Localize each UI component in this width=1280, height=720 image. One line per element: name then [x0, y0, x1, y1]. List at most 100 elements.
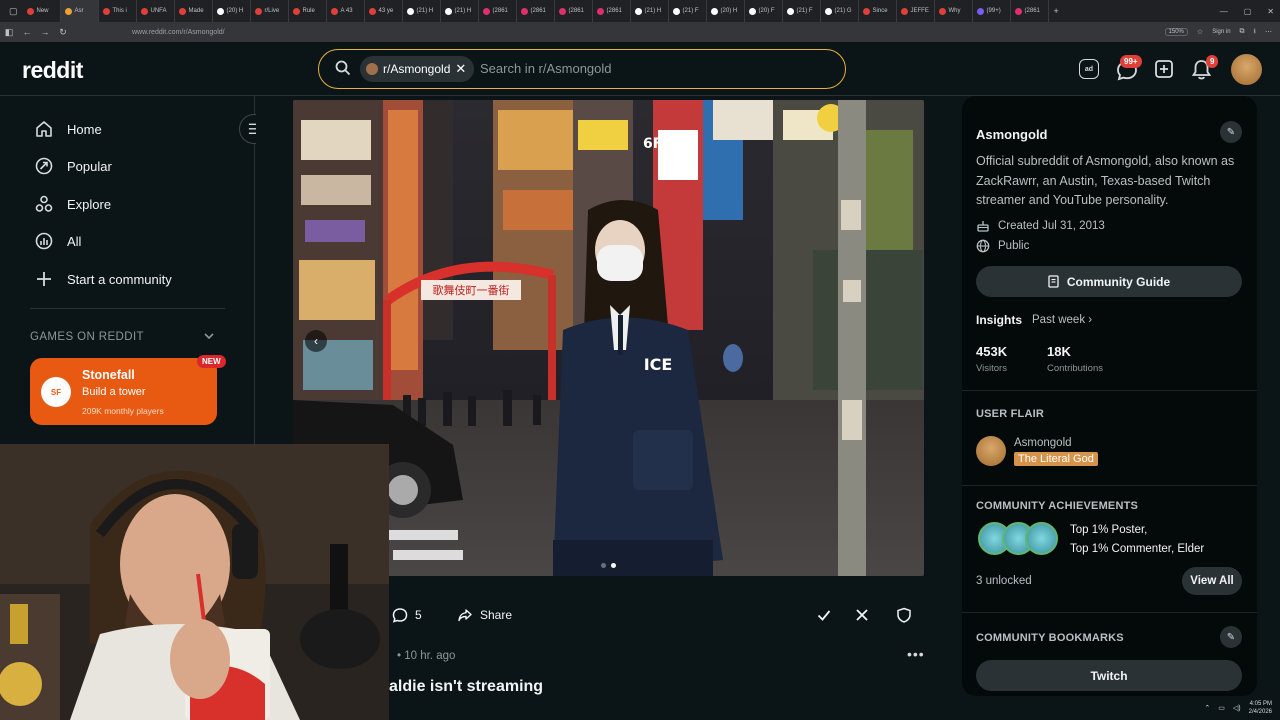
- reload-icon[interactable]: ↻: [54, 27, 72, 38]
- flair-tag[interactable]: The Literal God: [1014, 452, 1098, 466]
- tab-favicon-icon: [26, 7, 34, 15]
- browser-tab[interactable]: This i: [99, 0, 137, 22]
- browser-tab[interactable]: (20) F: [745, 0, 783, 22]
- tab-title: Why: [948, 8, 961, 14]
- browser-tab[interactable]: Since: [859, 0, 897, 22]
- browser-tab[interactable]: (21) F: [669, 0, 707, 22]
- browser-tab[interactable]: r/Live: [251, 0, 289, 22]
- browser-tab[interactable]: (2861: [1011, 0, 1049, 22]
- advertise-icon[interactable]: ad: [1079, 59, 1099, 79]
- more-options-icon[interactable]: •••: [907, 646, 925, 662]
- browser-tab[interactable]: (21) G: [821, 0, 859, 22]
- browser-tab[interactable]: (99+): [973, 0, 1011, 22]
- tab-list-icon[interactable]: ▢: [4, 6, 23, 17]
- volume-icon[interactable]: ◁): [1233, 704, 1241, 712]
- forward-icon[interactable]: →: [36, 27, 54, 37]
- insights-period-dropdown[interactable]: Past week ›: [1032, 314, 1092, 326]
- browser-tab[interactable]: Why: [935, 0, 973, 22]
- pencil-icon: ✎: [1226, 631, 1236, 643]
- achievements-header: COMMUNITY ACHIEVEMENTS: [976, 500, 1139, 512]
- community-guide-button[interactable]: Community Guide: [976, 266, 1242, 297]
- back-icon[interactable]: ←: [18, 27, 36, 37]
- share-button[interactable]: Share: [457, 599, 512, 631]
- browser-tab[interactable]: JEFFE: [897, 0, 935, 22]
- games-section-header[interactable]: GAMES ON REDDIT: [30, 331, 144, 343]
- browser-tab[interactable]: UNFA: [137, 0, 175, 22]
- clock-time: 4:05 PM: [1249, 701, 1272, 707]
- browser-tab[interactable]: (21) F: [783, 0, 821, 22]
- favorite-star-icon[interactable]: ☆: [1197, 28, 1203, 36]
- tab-title: (99+): [986, 8, 1001, 14]
- tray-chevron-icon[interactable]: ⌃: [1204, 704, 1210, 712]
- browser-tab[interactable]: 43 ye: [365, 0, 403, 22]
- comments-button[interactable]: 5: [392, 599, 422, 631]
- view-all-button[interactable]: View All: [1182, 567, 1242, 595]
- url-field[interactable]: www.reddit.com/r/Asmongold/: [132, 29, 225, 36]
- carousel-prev-button[interactable]: ‹: [305, 330, 327, 352]
- browser-tab[interactable]: (2861: [555, 0, 593, 22]
- network-icon[interactable]: ▭: [1218, 704, 1225, 712]
- achievement-badge-icon[interactable]: [1025, 522, 1058, 555]
- browser-tab[interactable]: A 43: [327, 0, 365, 22]
- downloads-icon[interactable]: ⭳: [1254, 27, 1256, 38]
- minimize-icon[interactable]: —: [1220, 7, 1228, 16]
- browser-tab[interactable]: Made: [175, 0, 213, 22]
- tab-favicon-icon: [102, 7, 110, 15]
- tab-favicon-icon: [938, 7, 946, 15]
- tab-title: Asr: [74, 8, 84, 14]
- sidebar-item-label: Explore: [67, 196, 112, 212]
- chevron-down-icon[interactable]: [203, 330, 215, 342]
- ice-badge-text: ICE: [644, 355, 673, 374]
- insights-label: Insights: [976, 313, 1023, 327]
- sidebar-item-all[interactable]: All: [35, 232, 81, 250]
- browser-tab[interactable]: Asr: [60, 0, 99, 22]
- browser-menu-icon[interactable]: ⋯: [1265, 28, 1272, 36]
- edit-community-button[interactable]: ✎: [1220, 121, 1242, 143]
- extensions-icon[interactable]: ⧉: [1240, 28, 1245, 36]
- browser-tab[interactable]: (2861: [479, 0, 517, 22]
- close-icon[interactable]: ✕: [1267, 7, 1274, 16]
- search-community-chip[interactable]: r/Asmongold ✕: [360, 56, 475, 82]
- sidebar-item-home[interactable]: Home: [35, 120, 102, 138]
- sign-in-button[interactable]: Sign in: [1212, 29, 1230, 35]
- create-post-icon[interactable]: [1154, 59, 1174, 79]
- browser-tab[interactable]: (20) H: [213, 0, 251, 22]
- tab-favicon-icon: [634, 7, 642, 15]
- edit-bookmarks-button[interactable]: ✎: [1220, 626, 1242, 648]
- browser-tab[interactable]: (21) H: [441, 0, 479, 22]
- carousel-dot[interactable]: [601, 563, 606, 568]
- chip-remove-icon[interactable]: ✕: [455, 61, 466, 77]
- new-tab-icon[interactable]: +: [1049, 6, 1064, 16]
- twitch-bookmark-button[interactable]: Twitch: [976, 660, 1242, 691]
- maximize-icon[interactable]: ▢: [1244, 7, 1252, 16]
- browser-tab[interactable]: (21) H: [403, 0, 441, 22]
- post-title[interactable]: aldie isn't streaming: [389, 678, 543, 696]
- browser-tab[interactable]: (2861: [517, 0, 555, 22]
- sidebar-toggle-icon[interactable]: ◧: [0, 27, 18, 38]
- browser-tab[interactable]: (20) H: [707, 0, 745, 22]
- tab-title: This i: [112, 8, 127, 14]
- zoom-level[interactable]: 150%: [1164, 28, 1188, 36]
- flair-avatar: [976, 436, 1006, 466]
- system-clock[interactable]: 4:05 PM 2/4/2026: [1249, 700, 1272, 716]
- carousel-dot-active[interactable]: [611, 563, 616, 568]
- tab-title: (21) H: [454, 8, 472, 14]
- mod-shield-button[interactable]: [896, 599, 912, 631]
- tab-title: (2861: [530, 8, 546, 14]
- remove-button[interactable]: [854, 599, 870, 631]
- browser-tab[interactable]: (21) H: [631, 0, 669, 22]
- user-avatar[interactable]: [1231, 54, 1262, 85]
- approve-button[interactable]: [816, 599, 832, 631]
- tab-favicon-icon: [976, 7, 984, 15]
- sidebar-item-start-community[interactable]: Start a community: [35, 270, 172, 288]
- reddit-logo[interactable]: reddit: [22, 57, 83, 84]
- browser-tab[interactable]: New: [23, 0, 61, 22]
- browser-tab[interactable]: Rule: [289, 0, 327, 22]
- browser-tab[interactable]: (2861: [593, 0, 631, 22]
- sidebar-item-explore[interactable]: Explore: [35, 195, 111, 213]
- tab-favicon-icon: [558, 7, 566, 15]
- tab-title: 43 ye: [378, 8, 394, 14]
- sidebar-item-popular[interactable]: Popular: [35, 157, 112, 175]
- flair-username[interactable]: Asmongold: [1014, 437, 1072, 449]
- gate-sign-text: 歌舞伎町一番街: [433, 283, 510, 297]
